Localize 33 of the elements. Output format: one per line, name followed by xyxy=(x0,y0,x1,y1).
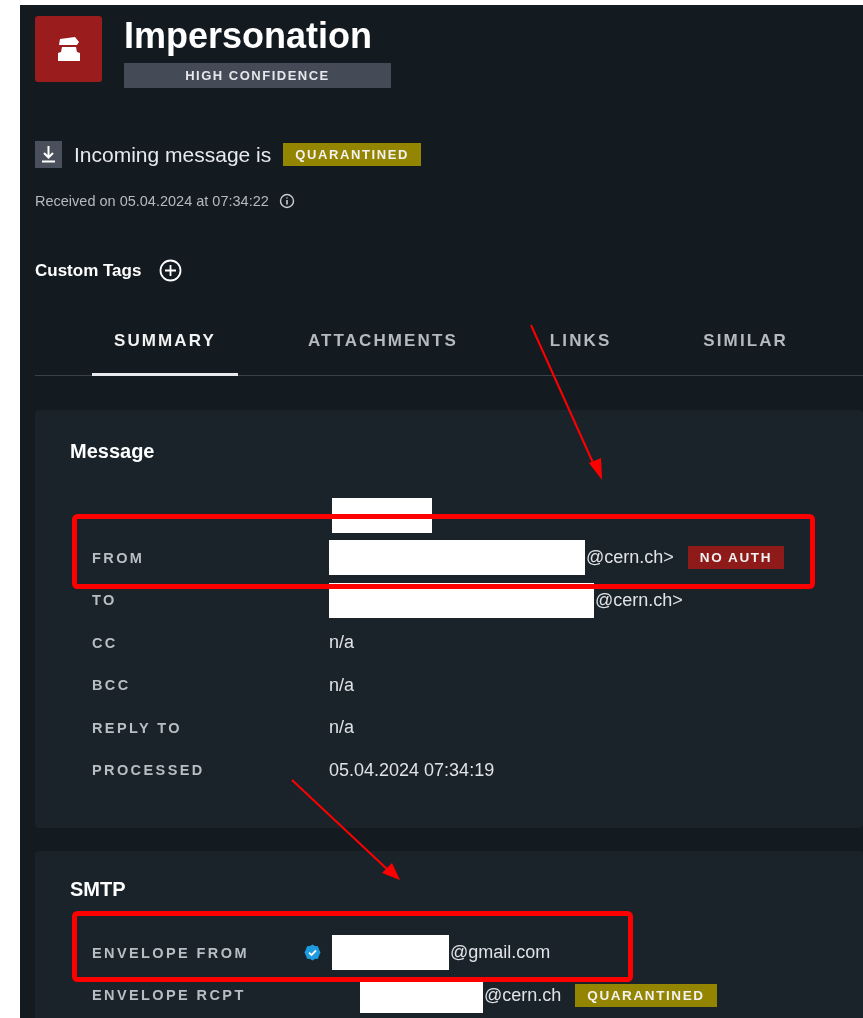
field-label: ENVELOPE RCPT xyxy=(92,987,247,1004)
field-label: PROCESSED xyxy=(92,762,206,779)
field-label: ENVELOPE FROM xyxy=(92,944,250,961)
status-badge: QUARANTINED xyxy=(283,143,421,166)
field-value: 05.04.2024 07:34:19 xyxy=(329,759,495,781)
confidence-badge: HIGH CONFIDENCE xyxy=(124,63,391,88)
field-value: @cern.ch> xyxy=(585,547,674,569)
field-label: FROM xyxy=(92,549,146,566)
tab[interactable]: SIMILAR xyxy=(681,313,810,376)
field-label: BCC xyxy=(92,677,132,694)
field-value: @cern.ch> xyxy=(594,589,683,611)
field-value: @cern.ch xyxy=(483,984,562,1006)
custom-tags-label: Custom Tags xyxy=(35,260,142,281)
field-value: n/a xyxy=(329,674,355,696)
status-text: Incoming message is xyxy=(74,142,272,167)
field-badge: NO AUTH xyxy=(687,546,784,570)
info-icon[interactable] xyxy=(278,193,295,209)
received-text: Received on 05.04.2024 at 07:34:22 xyxy=(35,193,269,209)
field-value: n/a xyxy=(329,632,355,654)
tab[interactable]: ATTACHMENTS xyxy=(285,313,480,376)
field-value: @gmail.com xyxy=(449,942,551,964)
download-icon xyxy=(35,141,62,168)
section-title: Message xyxy=(70,440,156,462)
section-title: SMTP xyxy=(70,877,127,900)
field-label: REPLY TO xyxy=(92,719,183,736)
field-value: n/a xyxy=(329,717,355,739)
field-badge: QUARANTINED xyxy=(575,983,717,1007)
tab[interactable]: SUMMARY xyxy=(92,313,238,376)
field-label: CC xyxy=(92,634,119,651)
tab[interactable]: LINKS xyxy=(527,313,634,376)
alert-title: Impersonation xyxy=(124,16,374,56)
field-label: TO xyxy=(92,592,118,609)
add-icon[interactable] xyxy=(159,259,183,282)
